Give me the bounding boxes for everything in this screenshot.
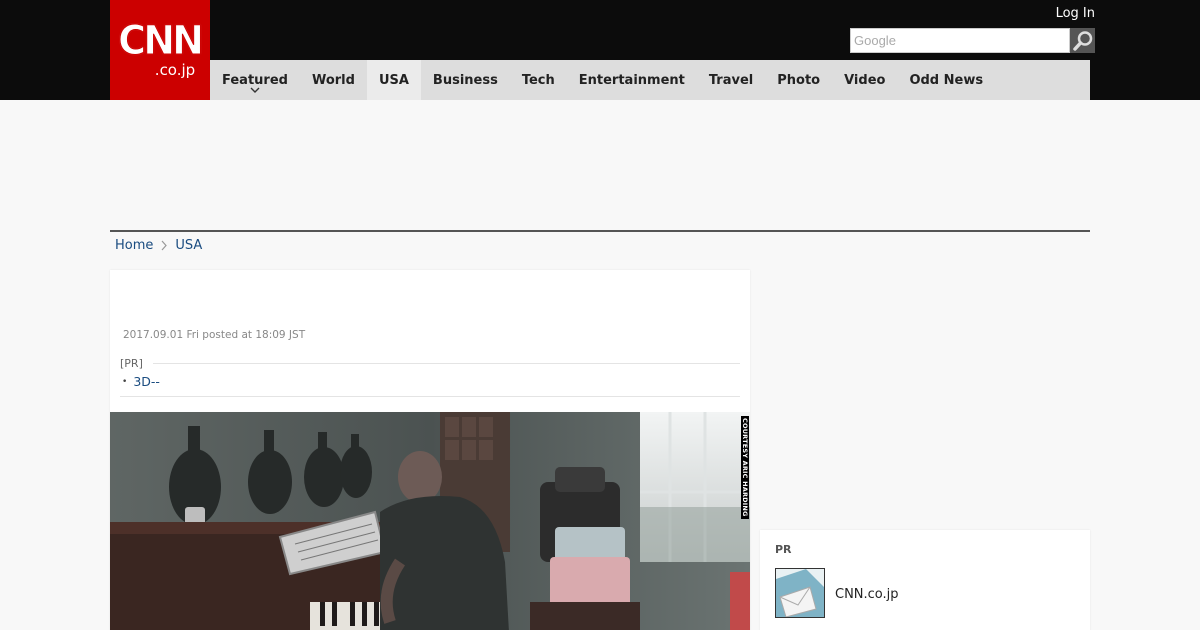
pr-list-item: • 3D-- [120,374,740,389]
nav-item-odd-news[interactable]: Odd News [897,60,995,100]
mail-icon [776,569,824,617]
chevron-down-icon [250,82,260,97]
nav-item-label: World [311,72,355,88]
pr-block: [PR] • 3D-- [120,357,740,397]
chevron-right-icon [161,240,168,251]
search-icon [1072,30,1092,51]
sidebar-pr-label: PR [775,543,792,556]
nav-item-world[interactable]: World [300,60,367,100]
posted-timestamp: 2017.09.01 Fri posted at 18:09 JST [123,329,306,341]
nav-item-label: Video [844,72,886,88]
login-link[interactable]: Log In [1056,6,1095,21]
main-nav: Featured World USA Business Tech Enterta… [210,60,1090,100]
pr-header: [PR] [120,357,740,370]
pr-bottom-divider [120,396,740,397]
pr-tag: [PR] [120,357,143,370]
nav-item-label: Travel [708,72,754,88]
search-button[interactable] [1070,28,1095,53]
nav-item-label: Tech [521,72,555,88]
nav-item-business[interactable]: Business [421,60,510,100]
nav-item-photo[interactable]: Photo [765,60,832,100]
nav-item-label: Business [432,72,498,88]
nav-item-tech[interactable]: Tech [510,60,567,100]
nav-item-label: Entertainment [578,72,685,88]
pr-divider [152,363,740,364]
nav-item-entertainment[interactable]: Entertainment [567,60,697,100]
article-photo-image [110,412,750,630]
nav-item-label: Photo [777,72,821,88]
nav-item-video[interactable]: Video [832,60,897,100]
sidebar-pr-box: PR CNN.co.jp [760,530,1090,630]
section-divider [110,230,1090,232]
bullet-icon: • [122,376,128,387]
sidebar-pr-thumbnail[interactable] [775,568,825,618]
cnn-logo[interactable]: CNN .co.jp [110,0,210,100]
nav-item-label: USA [378,72,409,88]
logo-main-text: CNN [118,18,205,64]
breadcrumb-usa[interactable]: USA [175,238,202,253]
nav-item-featured[interactable]: Featured [210,60,300,100]
photo-credit: COURTESY ARIC HARDING [741,416,749,519]
pr-link[interactable]: 3D-- [133,374,160,389]
ad-space [110,100,1090,230]
search-input[interactable] [850,28,1070,53]
breadcrumb: Home USA [115,238,202,253]
article-card: 2017.09.01 Fri posted at 18:09 JST [PR] … [110,270,750,630]
article-photo[interactable]: COURTESY ARIC HARDING [110,412,750,630]
breadcrumb-home[interactable]: Home [115,238,153,253]
nav-item-travel[interactable]: Travel [697,60,765,100]
nav-item-label: Odd News [909,72,984,88]
nav-item-usa[interactable]: USA [366,60,421,100]
sidebar-pr-title[interactable]: CNN.co.jp [835,587,899,602]
